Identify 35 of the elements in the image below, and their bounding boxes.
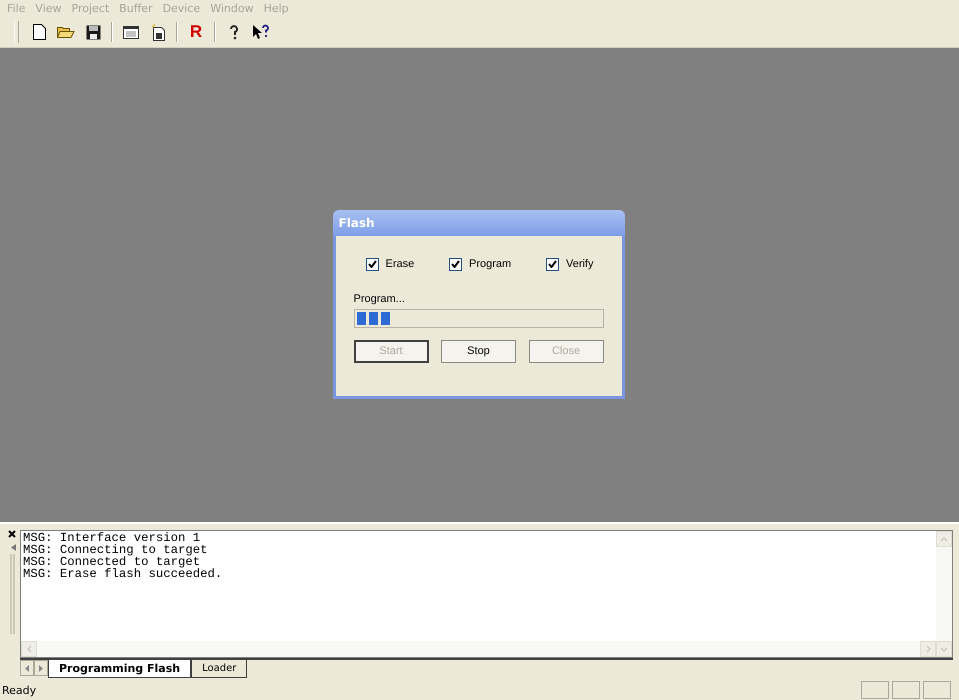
right-triangle-icon — [39, 664, 43, 672]
binary-document-icon — [150, 24, 166, 40]
help-icon — [229, 24, 239, 40]
output-tab[interactable]: Loader — [191, 660, 248, 678]
horizontal-scrollbar[interactable] — [21, 641, 936, 657]
checkbox-box[interactable] — [546, 258, 559, 270]
checkbox-box[interactable] — [366, 258, 378, 270]
window-icon — [123, 26, 139, 38]
checkbox[interactable]: Erase — [366, 258, 414, 270]
folder-icon — [57, 25, 75, 39]
toolbar-button[interactable]: R — [185, 21, 207, 43]
pin-icon — [8, 543, 18, 552]
status-pane — [892, 681, 920, 699]
panel-grip-icon — [10, 554, 16, 634]
blank-page-icon — [32, 24, 46, 40]
scroll-right-button[interactable] — [34, 660, 48, 676]
dialog-title: Flash — [338, 216, 375, 230]
checkbox[interactable]: Program — [449, 258, 512, 270]
scroll-left-button[interactable] — [20, 660, 34, 676]
log-line: MSG: Interface version 1 — [23, 532, 200, 544]
checkbox[interactable]: Verify — [546, 258, 594, 270]
log-line: MSG: Connecting to target — [23, 544, 208, 556]
output-tab[interactable]: Programming Flash — [48, 660, 192, 678]
checkbox-box[interactable] — [449, 258, 462, 270]
vertical-scrollbar[interactable] — [936, 530, 953, 658]
log-line: MSG: Connected to target — [23, 556, 200, 568]
log-line: MSG: Erase flash succeeded. — [23, 568, 224, 580]
status-pane — [923, 681, 951, 699]
left-triangle-icon — [25, 664, 29, 672]
close-icon — [8, 530, 16, 538]
status-pane — [861, 681, 889, 699]
dialog-button[interactable]: Stop — [441, 340, 516, 362]
status-text: Ready — [2, 684, 36, 696]
pointer-help-icon — [252, 24, 270, 40]
progress-label: Program... — [354, 292, 406, 304]
